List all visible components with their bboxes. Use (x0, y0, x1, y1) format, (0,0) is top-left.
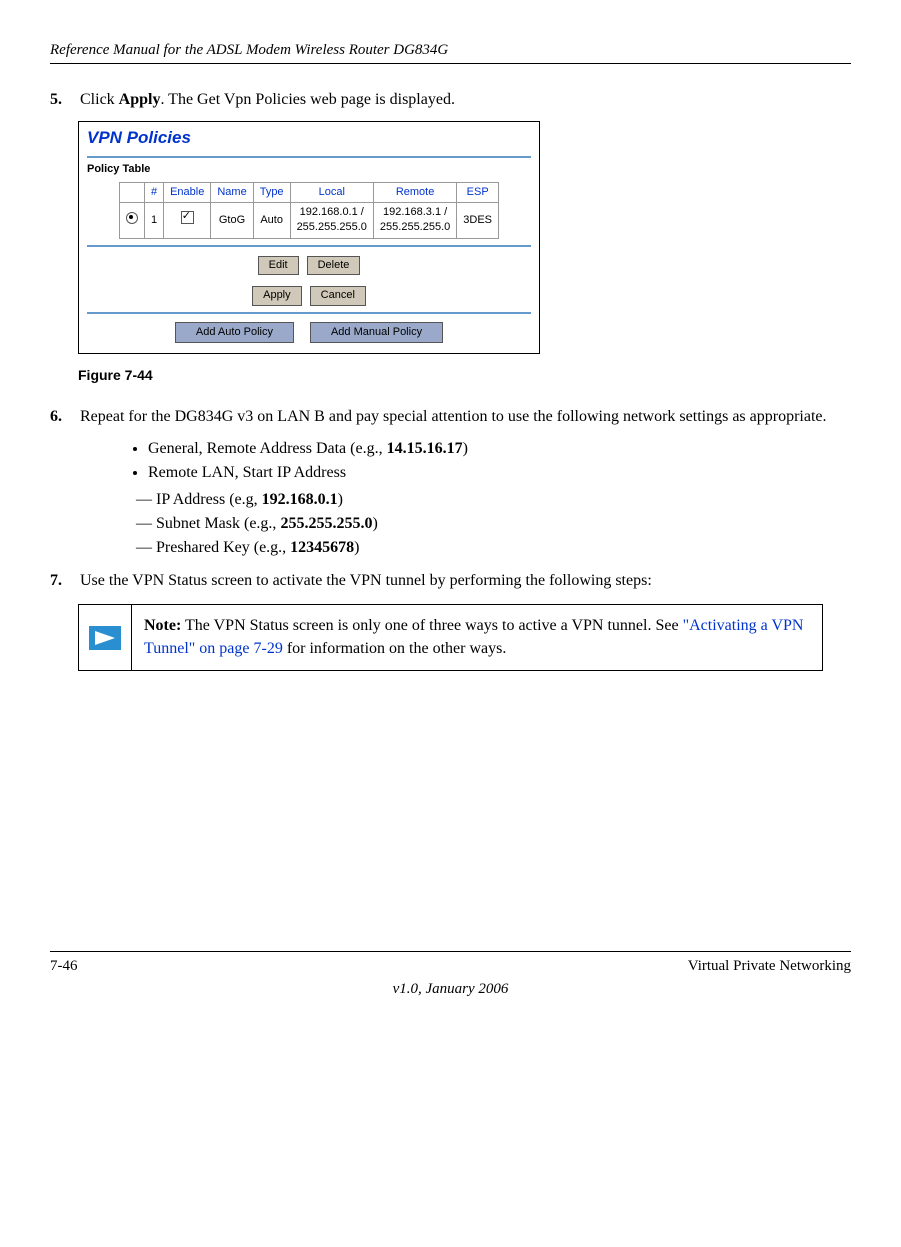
button-row-3: Add Auto Policy Add Manual Policy (79, 316, 539, 353)
step-text: Use the VPN Status screen to activate th… (80, 570, 851, 592)
divider (87, 245, 531, 247)
text-part: ) (372, 515, 377, 532)
step-num: 5. (50, 89, 80, 111)
step-text: Repeat for the DG834G v3 on LAN B and pa… (80, 406, 851, 428)
col-remote: Remote (373, 182, 456, 202)
figure-label: Figure 7-44 (78, 366, 851, 386)
add-auto-policy-button[interactable]: Add Auto Policy (175, 322, 294, 343)
apply-button[interactable]: Apply (252, 286, 302, 305)
ip: 192.168.0.1 / (300, 206, 364, 218)
footer-row: 7-46 Virtual Private Networking (50, 956, 851, 977)
note-box: Note: The VPN Status screen is only one … (78, 604, 823, 671)
col-num: # (144, 182, 163, 202)
doc-header-title: Reference Manual for the ADSL Modem Wire… (50, 40, 851, 61)
col-enable: Enable (164, 182, 211, 202)
col-radio (119, 182, 144, 202)
divider (87, 156, 531, 158)
step-7: 7. Use the VPN Status screen to activate… (50, 570, 851, 592)
cell-remote: 192.168.3.1 / 255.255.255.0 (373, 202, 456, 238)
step-6: 6. Repeat for the DG834G v3 on LAN B and… (50, 406, 851, 428)
cancel-button[interactable]: Cancel (310, 286, 366, 305)
version-info: v1.0, January 2006 (50, 979, 851, 1000)
button-row-1: Edit Delete (79, 249, 539, 279)
col-type: Type (253, 182, 290, 202)
col-esp: ESP (457, 182, 499, 202)
cell-local: 192.168.0.1 / 255.255.255.0 (290, 202, 373, 238)
policy-table: # Enable Name Type Local Remote ESP 1 Gt… (119, 182, 499, 239)
text-part: Subnet Mask (e.g., (156, 515, 280, 532)
delete-button[interactable]: Delete (307, 256, 361, 275)
step-5: 5. Click Apply. The Get Vpn Policies web… (50, 89, 851, 111)
header-rule (50, 63, 851, 64)
bold-value: 192.168.0.1 (262, 491, 338, 508)
section-name: Virtual Private Networking (688, 956, 851, 977)
vpn-policies-screenshot: VPN Policies Policy Table # Enable Name … (78, 121, 540, 354)
note-text: Note: The VPN Status screen is only one … (132, 605, 822, 670)
cell-name: GtoG (211, 202, 253, 238)
bold-word: Apply (119, 91, 161, 108)
radio-cell[interactable] (119, 202, 144, 238)
ip: 192.168.3.1 / (383, 206, 447, 218)
policy-table-label: Policy Table (79, 160, 539, 179)
divider (87, 312, 531, 314)
text-part: General, Remote Address Data (e.g., (148, 440, 387, 457)
mask: 255.255.255.0 (297, 221, 367, 233)
text-part: Click (80, 91, 119, 108)
radio-icon (126, 212, 138, 224)
bold-value: 255.255.255.0 (280, 515, 372, 532)
text-part: ) (338, 491, 343, 508)
checkbox-cell[interactable] (164, 202, 211, 238)
vpn-policies-title: VPN Policies (79, 122, 539, 154)
table-header-row: # Enable Name Type Local Remote ESP (119, 182, 498, 202)
list-item: IP Address (e.g, 192.168.0.1) (136, 489, 851, 511)
page-number: 7-46 (50, 956, 78, 977)
figure-container: VPN Policies Policy Table # Enable Name … (78, 121, 851, 354)
bold-value: 12345678 (290, 539, 354, 556)
step-num: 7. (50, 570, 80, 592)
cell-num: 1 (144, 202, 163, 238)
note-icon-cell (79, 605, 132, 670)
table-row: 1 GtoG Auto 192.168.0.1 / 255.255.255.0 1… (119, 202, 498, 238)
text-part: Preshared Key (e.g., (156, 539, 290, 556)
text-part: The VPN Status screen is only one of thr… (181, 617, 682, 634)
edit-button[interactable]: Edit (258, 256, 299, 275)
arrow-icon (89, 626, 121, 650)
step-num: 6. (50, 406, 80, 428)
text-part: IP Address (e.g, (156, 491, 262, 508)
button-row-2: Apply Cancel (79, 279, 539, 309)
dash-list: IP Address (e.g, 192.168.0.1) Subnet Mas… (136, 489, 851, 560)
text-part: . The Get Vpn Policies web page is displ… (160, 91, 454, 108)
list-item: General, Remote Address Data (e.g., 14.1… (148, 438, 851, 460)
page-footer: 7-46 Virtual Private Networking v1.0, Ja… (50, 951, 851, 1000)
footer-rule (50, 951, 851, 952)
note-label: Note: (144, 617, 181, 634)
list-item: Subnet Mask (e.g., 255.255.255.0) (136, 513, 851, 535)
col-name: Name (211, 182, 253, 202)
mask: 255.255.255.0 (380, 221, 450, 233)
cell-type: Auto (253, 202, 290, 238)
bullet-list: General, Remote Address Data (e.g., 14.1… (108, 438, 851, 485)
checkbox-icon (181, 211, 194, 224)
text-part: for information on the other ways. (283, 640, 507, 657)
cell-esp: 3DES (457, 202, 499, 238)
add-manual-policy-button[interactable]: Add Manual Policy (310, 322, 443, 343)
bold-value: 14.15.16.17 (387, 440, 463, 457)
col-local: Local (290, 182, 373, 202)
list-item: Remote LAN, Start IP Address (148, 462, 851, 484)
step-text: Click Apply. The Get Vpn Policies web pa… (80, 89, 851, 111)
list-item: Preshared Key (e.g., 12345678) (136, 537, 851, 559)
text-part: ) (354, 539, 359, 556)
text-part: ) (463, 440, 468, 457)
